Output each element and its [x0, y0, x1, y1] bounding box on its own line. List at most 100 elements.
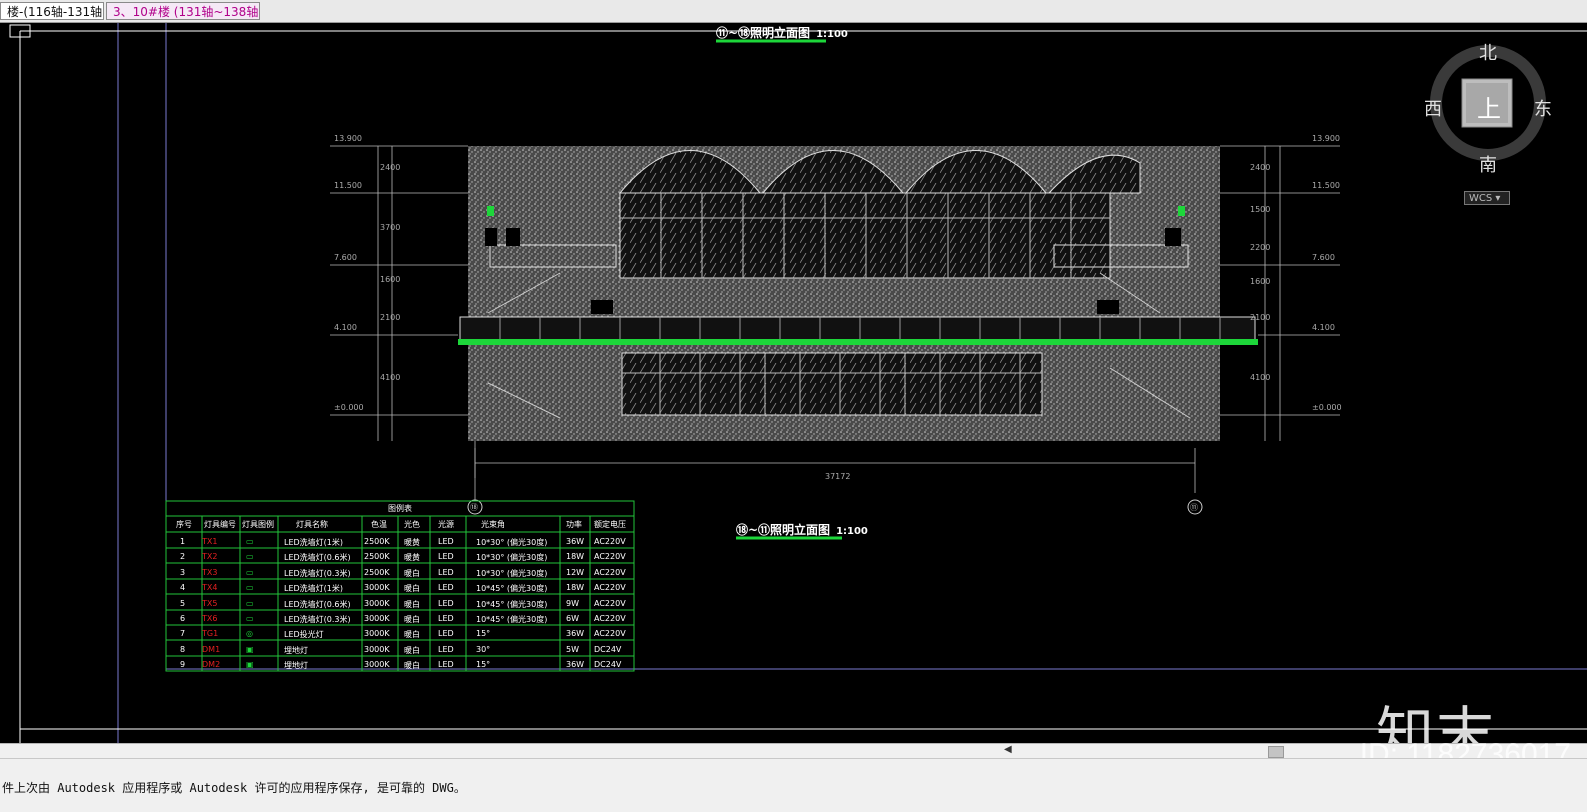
- table-cell: 6W: [566, 614, 579, 623]
- elevation-right-7600: 7.600: [1312, 253, 1335, 262]
- file-tab-116-131[interactable]: 楼-(116轴-131轴): [0, 2, 104, 20]
- table-cell: 暖白: [404, 599, 420, 609]
- table-cell: 36W: [566, 537, 585, 546]
- table-cell: 15°: [476, 660, 491, 670]
- elevation-left-4100: 4.100: [334, 323, 357, 332]
- horizontal-scrollbar[interactable]: ◀: [0, 743, 1587, 758]
- table-cell: TX1: [202, 537, 218, 546]
- top-elevation-title: ⑪~⑱照明立面图 1:100: [716, 24, 848, 41]
- table-cell: ▭: [246, 567, 254, 577]
- table-cell: 5W: [566, 644, 579, 654]
- table-cell: TX5: [202, 598, 218, 608]
- table-cell: 3: [180, 567, 186, 577]
- dim-right-4: 1600: [1250, 277, 1271, 286]
- table-cell: 10*45° (偏光30度): [476, 584, 548, 594]
- table-cell: ◎: [246, 629, 253, 639]
- elevation-left-11500: 11.500: [334, 181, 362, 190]
- scroll-left-icon[interactable]: ◀: [1004, 744, 1012, 755]
- header-name: 灯具名称: [296, 520, 328, 529]
- table-cell: DC24V: [594, 644, 622, 654]
- table-cell: ▣: [246, 644, 254, 654]
- table-cell: AC220V: [594, 583, 626, 593]
- table-cell: LED洗墙灯(0.6米): [284, 553, 351, 563]
- header-source: 光源: [438, 520, 454, 529]
- status-bar: 件上次由 Autodesk 应用程序或 Autodesk 许可的应用程序保存, …: [0, 758, 1587, 812]
- table-cell: 9: [180, 660, 186, 670]
- table-row: 8 DM1 ▣ 埋地灯 3000K 暖白 LED 30° 5W DC24V: [166, 643, 634, 658]
- elevation-left-0: ±0.000: [334, 403, 364, 412]
- table-cell: 4: [180, 583, 186, 593]
- table-cell: 36W: [566, 660, 585, 670]
- legend-table-header: 序号 灯具编号 灯具图例 灯具名称 色温 光色 光源 光束角 功率 额定电压: [166, 519, 634, 534]
- table-cell: 6: [180, 614, 186, 623]
- total-width-dimension: 37172: [825, 472, 851, 481]
- table-cell: 9W: [566, 598, 579, 608]
- table-cell: 36W: [566, 629, 585, 639]
- dim-right-6: 4100: [1250, 373, 1271, 382]
- compass-north[interactable]: 北: [1479, 39, 1497, 65]
- table-cell: 10*30° (偏光30度): [476, 568, 548, 578]
- dim-right-5: 2100: [1250, 313, 1271, 322]
- file-tab-131-138[interactable]: 3、10#楼 (131轴~138轴): [106, 2, 260, 20]
- table-cell: LED: [438, 567, 454, 577]
- file-tab-bar: 楼-(116轴-131轴) 3、10#楼 (131轴~138轴): [0, 0, 1587, 23]
- table-cell: 3000K: [364, 660, 390, 670]
- table-row: 5 TX5 ▭ LED洗墙灯(0.6米) 3000K 暖白 LED 10*45° (偏光30度…: [166, 597, 634, 612]
- compass-south[interactable]: 南: [1479, 151, 1497, 177]
- table-cell: 暖白: [404, 584, 420, 594]
- table-cell: TX3: [202, 567, 218, 577]
- table-cell: LED投光灯: [284, 630, 324, 640]
- table-cell: 暖白: [404, 615, 420, 624]
- table-cell: 18W: [566, 583, 585, 593]
- table-cell: 10*30° (偏光30度): [476, 538, 548, 547]
- header-color: 光色: [404, 520, 420, 529]
- drawing-canvas[interactable]: ⑪~⑱照明立面图 1:100 ⑱~⑪照明立面图 1:100 13.900 11.50…: [0, 23, 1587, 743]
- watermark-logo: 知末: [1376, 700, 1497, 743]
- table-cell: LED: [438, 660, 454, 670]
- table-cell: 1: [180, 537, 186, 546]
- wcs-menu-button[interactable]: WCS ▾: [1464, 191, 1510, 205]
- table-cell: ▭: [246, 598, 254, 608]
- table-cell: LED: [438, 537, 454, 546]
- chevron-down-icon: ▾: [1495, 193, 1501, 204]
- table-cell: AC220V: [594, 552, 626, 562]
- table-cell: ▭: [246, 583, 254, 593]
- dim-left-4: 2100: [380, 313, 401, 322]
- bottom-title-scale: 1:100: [836, 526, 868, 537]
- table-row: 7 TG1 ◎ LED投光灯 3000K 暖白 LED 15° 36W AC220V: [166, 627, 634, 642]
- table-cell: AC220V: [594, 614, 626, 623]
- table-cell: 3000K: [364, 629, 390, 639]
- elevation-left-7600: 7.600: [334, 253, 357, 262]
- legend-table-title: 图例表: [388, 504, 412, 513]
- top-title-scale: 1:100: [816, 29, 848, 40]
- header-power: 功率: [566, 520, 582, 529]
- table-cell: 8: [180, 644, 186, 654]
- compass-west[interactable]: 西: [1424, 95, 1442, 121]
- table-cell: 3000K: [364, 598, 390, 608]
- table-cell: 7: [180, 629, 186, 639]
- table-cell: 2500K: [364, 537, 390, 546]
- header-cct: 色温: [371, 520, 387, 529]
- dim-left-2: 3700: [380, 223, 401, 232]
- table-cell: LED: [438, 614, 454, 623]
- table-cell: 埋地灯: [284, 645, 308, 655]
- bottom-elevation-title: ⑱~⑪照明立面图 1:100: [736, 521, 868, 538]
- table-cell: 10*45° (偏光30度): [476, 599, 548, 609]
- compass-east[interactable]: 东: [1534, 95, 1552, 121]
- table-cell: LED洗墙灯(0.3米): [284, 568, 351, 578]
- scroll-thumb[interactable]: [1268, 746, 1284, 758]
- table-row: 3 TX3 ▭ LED洗墙灯(0.3米) 2500K 暖白 LED 10*30° (偏光30度…: [166, 566, 634, 581]
- table-row: 4 TX4 ▭ LED洗墙灯(1米) 3000K 暖白 LED 10*45° (偏光30度) 1…: [166, 581, 634, 596]
- elevation-right-4100: 4.100: [1312, 323, 1335, 332]
- legend-table: 图例表 序号 灯具编号 灯具图例 灯具名称 色温 光色 光源 光束角 功率 额定…: [166, 501, 634, 671]
- elevation-left-13900: 13.900: [334, 134, 362, 143]
- table-cell: 2: [180, 552, 186, 562]
- viewcube-top-face[interactable]: 上: [1477, 89, 1501, 124]
- table-cell: ▭: [246, 552, 254, 562]
- table-cell: 暖白: [404, 645, 420, 655]
- table-cell: LED: [438, 583, 454, 593]
- table-row: 6 TX6 ▭ LED洗墙灯(0.3米) 3000K 暖白 LED 10*45° (偏光30度…: [166, 612, 634, 627]
- wcs-label: WCS: [1469, 193, 1493, 204]
- dim-right-3: 2200: [1250, 243, 1271, 252]
- table-cell: 暖白: [404, 568, 420, 578]
